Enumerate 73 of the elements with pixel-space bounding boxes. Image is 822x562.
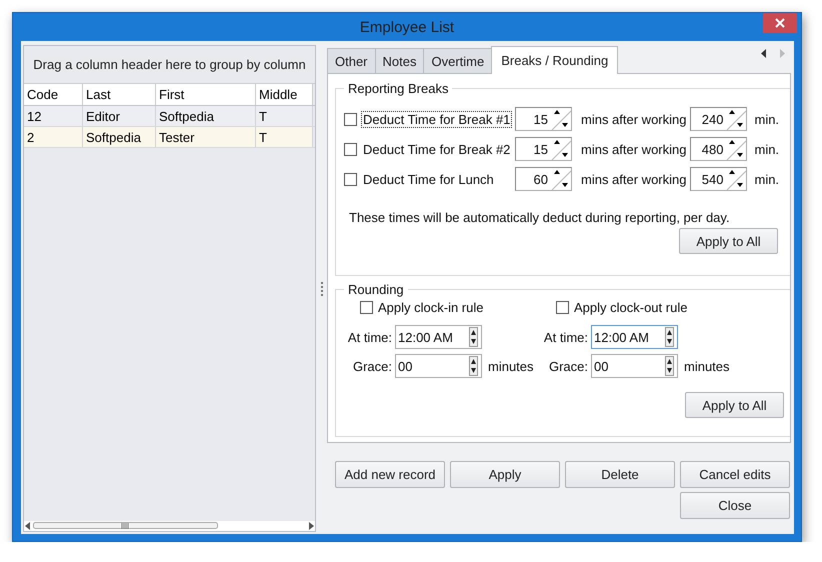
checkbox[interactable] xyxy=(344,112,357,126)
info-text: These times will be automatically deduct during reporting, per day. xyxy=(349,210,731,225)
field-label: mins after working xyxy=(581,172,686,186)
field-label: Grace: xyxy=(548,358,588,374)
column-header[interactable]: Last xyxy=(83,84,156,105)
checkbox[interactable] xyxy=(344,172,357,186)
grace-field[interactable]: 00 xyxy=(395,354,482,378)
spin-arrows-icon[interactable] xyxy=(724,168,746,190)
checkbox-label[interactable]: Deduct Time for Break #1 xyxy=(361,110,512,128)
field-label: mins after working xyxy=(581,112,686,126)
checkbox[interactable] xyxy=(344,142,357,156)
close-icon xyxy=(775,18,785,28)
number-spinner[interactable]: 15 xyxy=(515,107,572,131)
checkbox-label[interactable]: Apply clock-out rule xyxy=(574,300,688,314)
field-label: At time: xyxy=(346,330,392,344)
tab[interactable]: Breaks / Rounding xyxy=(491,46,618,74)
spin-arrows-icon[interactable] xyxy=(469,356,478,376)
grace-field[interactable]: 00 xyxy=(591,354,678,378)
checkbox-label[interactable]: Deduct Time for Break #2 xyxy=(361,140,512,158)
checkbox-label[interactable]: Apply clock-in rule xyxy=(378,300,484,314)
spin-arrows-icon[interactable] xyxy=(469,327,478,347)
time-field[interactable]: 12:00 AM xyxy=(395,325,482,349)
field-label: mins after working xyxy=(581,142,686,156)
table-cell: 2 xyxy=(24,127,83,147)
table-cell: Editor xyxy=(83,106,156,126)
unit-label: min. xyxy=(754,112,780,126)
table-cell: Softpedia xyxy=(83,127,156,147)
unit-label: min. xyxy=(754,172,780,186)
action-button[interactable]: Cancel edits xyxy=(680,461,790,488)
table-cell: T xyxy=(256,127,313,147)
number-spinner[interactable]: 480 xyxy=(690,137,748,161)
spin-arrows-icon[interactable] xyxy=(724,138,746,160)
apply-to-all-button[interactable]: Apply to All xyxy=(679,228,778,254)
unit-label: minutes xyxy=(488,358,534,374)
spin-arrows-icon[interactable] xyxy=(665,327,674,347)
action-button[interactable]: Delete xyxy=(565,461,675,488)
table-cell: Tester xyxy=(156,127,256,147)
close-button[interactable] xyxy=(763,13,797,33)
column-header[interactable]: Middle xyxy=(256,84,313,105)
action-button[interactable]: Apply xyxy=(450,461,560,488)
checkbox[interactable] xyxy=(360,300,373,314)
checkbox-label[interactable]: Deduct Time for Lunch xyxy=(361,170,496,188)
table-cell: Softpedia xyxy=(156,106,256,126)
table-cell: 12 xyxy=(24,106,83,126)
close-button[interactable]: Close xyxy=(680,492,790,519)
field-label: At time: xyxy=(542,330,588,344)
spin-arrows-icon[interactable] xyxy=(549,168,571,190)
column-header[interactable]: First xyxy=(156,84,256,105)
unit-label: minutes xyxy=(684,358,730,374)
field-label: Grace: xyxy=(352,358,392,374)
apply-to-all-button[interactable]: Apply to All xyxy=(685,392,784,418)
spin-arrows-icon[interactable] xyxy=(724,108,746,130)
column-header[interactable]: Code xyxy=(24,84,83,105)
scroll-left-icon[interactable] xyxy=(761,49,766,58)
spin-arrows-icon[interactable] xyxy=(665,356,674,376)
window-title: Employee List xyxy=(360,18,454,36)
tab[interactable]: Overtime xyxy=(423,48,492,73)
table-cell: T xyxy=(256,106,313,126)
tab[interactable]: Other xyxy=(327,48,376,73)
horizontal-scrollbar[interactable] xyxy=(24,521,315,531)
group-title: Rounding xyxy=(347,282,405,297)
number-spinner[interactable]: 240 xyxy=(690,107,748,131)
spin-arrows-icon[interactable] xyxy=(549,138,571,160)
checkbox[interactable] xyxy=(556,300,569,314)
tab[interactable]: Notes xyxy=(374,48,424,73)
number-spinner[interactable]: 540 xyxy=(690,167,748,191)
spin-arrows-icon[interactable] xyxy=(549,108,571,130)
action-button[interactable]: Add new record xyxy=(335,461,445,488)
unit-label: min. xyxy=(754,142,780,156)
number-spinner[interactable]: 15 xyxy=(515,137,572,161)
group-title: Reporting Breaks xyxy=(347,81,450,96)
time-field[interactable]: 12:00 AM xyxy=(591,325,678,349)
number-spinner[interactable]: 60 xyxy=(515,167,572,191)
